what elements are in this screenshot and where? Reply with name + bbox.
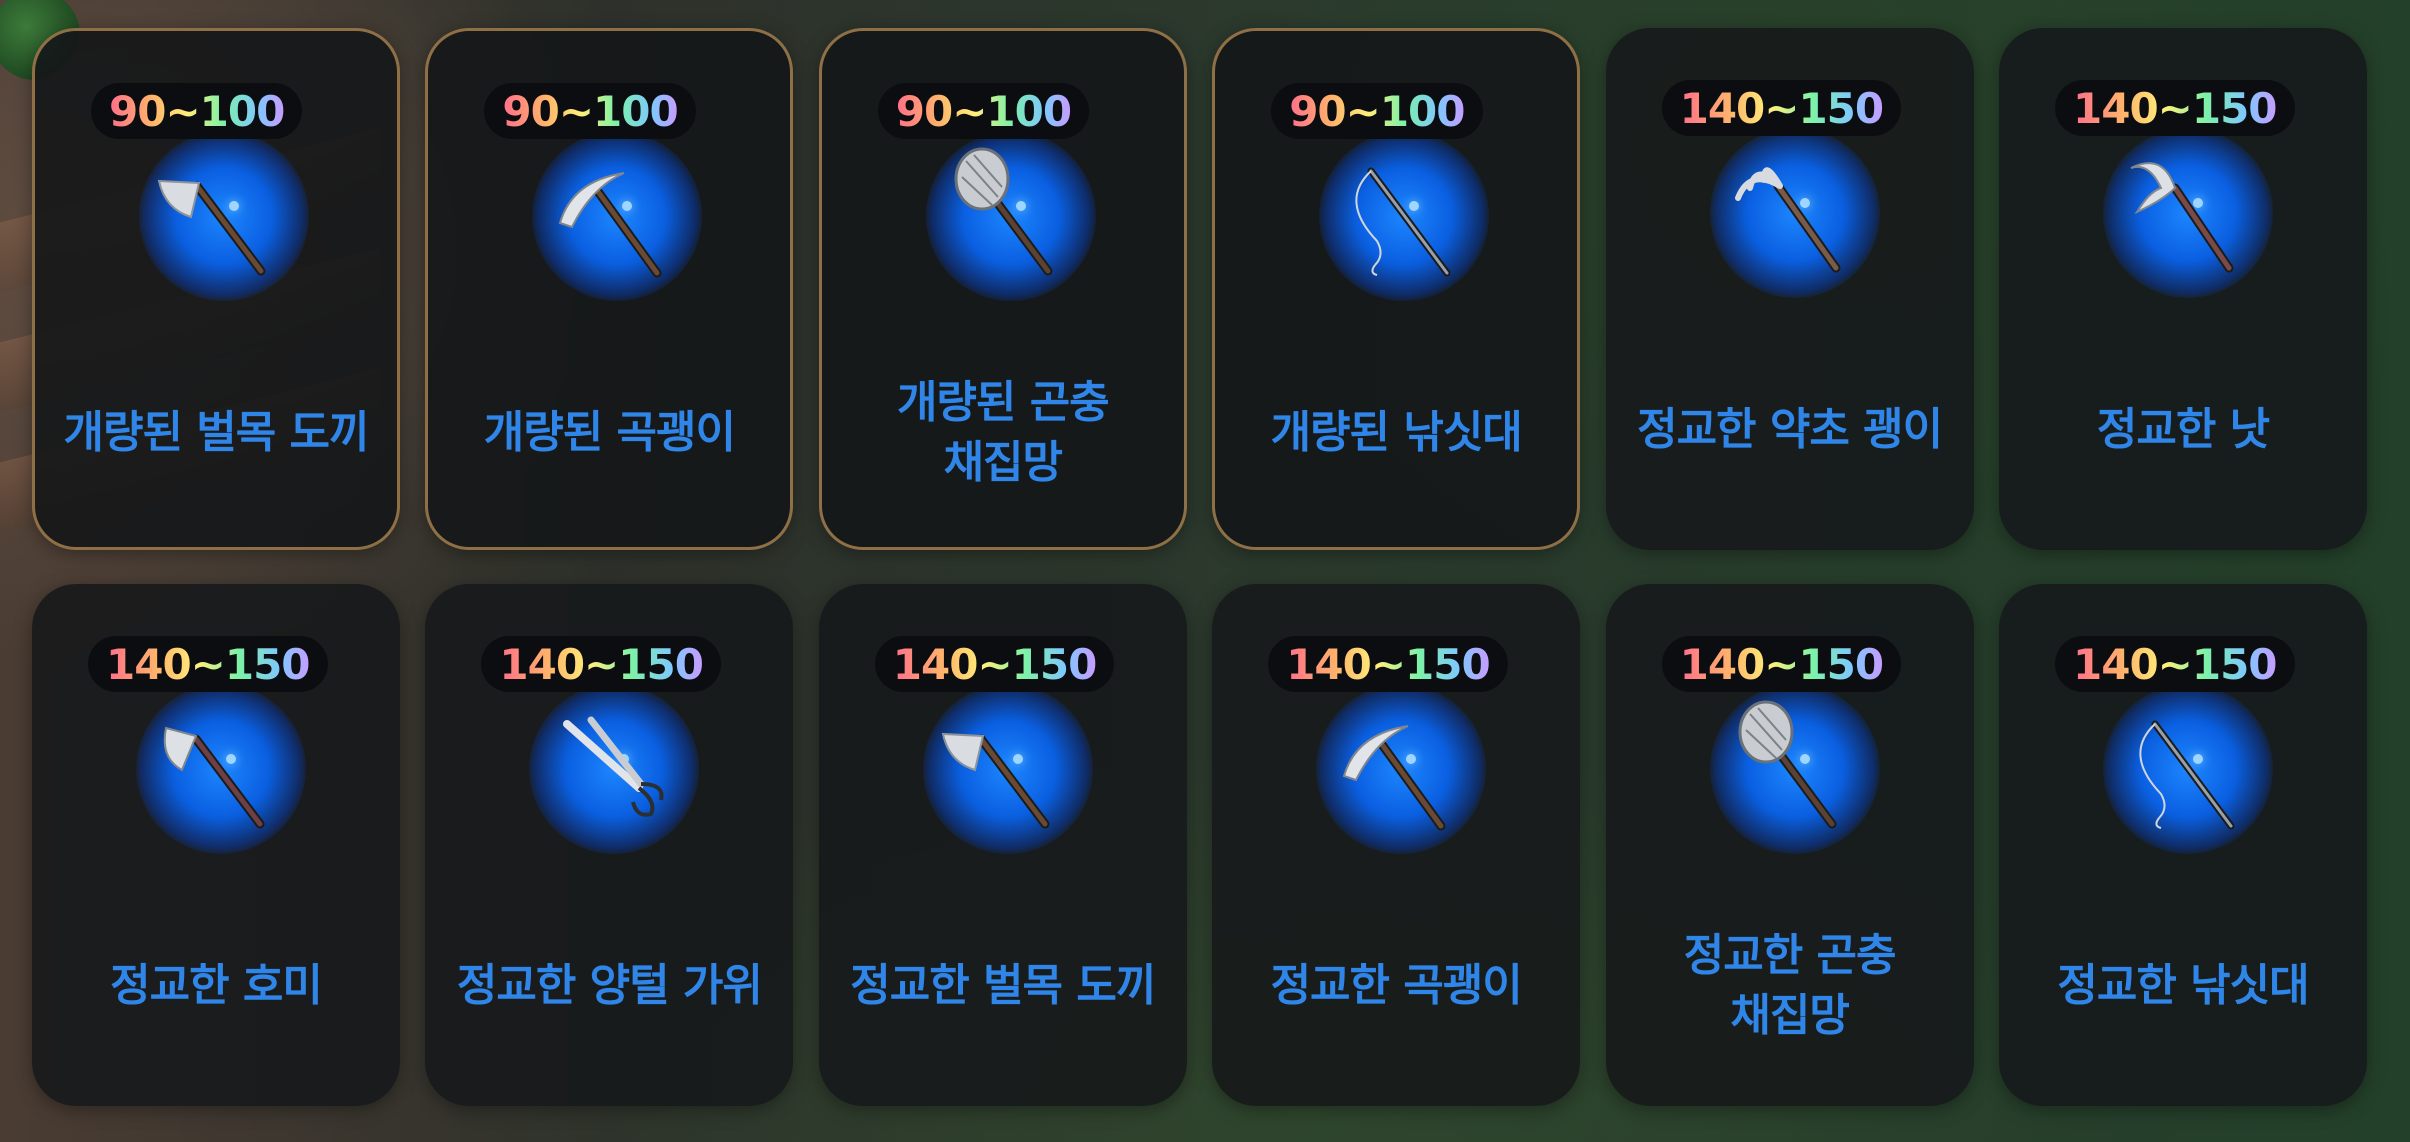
- tool-card[interactable]: 90~100 개량된 낚싯대: [1212, 28, 1581, 550]
- tool-card[interactable]: 90~100 개량된 곤충 채집망: [818, 28, 1187, 550]
- level-range-text: 140~150: [2073, 83, 2278, 133]
- fishing-rod-icon: [1355, 167, 1451, 277]
- level-range-badge: 90~100: [877, 83, 1090, 139]
- tool-name: 개량된 곤충 채집망: [896, 377, 1110, 488]
- level-range-badge: 140~150: [481, 636, 721, 692]
- level-range-text: 90~100: [895, 86, 1072, 136]
- tool-card[interactable]: 140~150 정교한 곡괭이: [1212, 584, 1581, 1106]
- level-range-text: 90~100: [1289, 86, 1465, 136]
- tool-card[interactable]: 140~150 정교한 낚싯대: [1999, 584, 2367, 1106]
- tool-name: 정교한 낫: [2096, 404, 2270, 455]
- pickaxe-icon: [1342, 725, 1446, 831]
- tool-card[interactable]: 140~150 정교한 양털 가위: [425, 584, 794, 1106]
- bug-net-icon: [954, 147, 1053, 276]
- tool-name: 개량된 낚싯대: [1270, 407, 1523, 458]
- level-range-badge: 140~150: [1661, 636, 1902, 692]
- tool-card[interactable]: 140~150 정교한 호미: [32, 584, 400, 1106]
- fishing-rod-icon: [2139, 720, 2235, 830]
- level-range-text: 140~150: [1679, 83, 1885, 133]
- tool-name: 개량된 벌목 도끼: [63, 407, 370, 458]
- level-range-text: 90~100: [109, 86, 285, 136]
- tool-name: 정교한 낚싯대: [2057, 960, 2309, 1011]
- tool-card[interactable]: 140~150 정교한 곤충 채집망: [1605, 584, 1974, 1106]
- level-range-badge: 140~150: [1268, 636, 1508, 692]
- shears-icon: [563, 716, 664, 817]
- level-range-text: 140~150: [892, 639, 1098, 689]
- level-range-badge: 140~150: [2055, 636, 2295, 692]
- tool-name: 정교한 양털 가위: [456, 960, 763, 1011]
- tool-name: 개량된 곡괭이: [483, 407, 736, 458]
- tool-name: 정교한 벌목 도끼: [850, 960, 1156, 1011]
- herb-rake-icon: [1734, 167, 1841, 273]
- level-range-badge: 90~100: [1271, 83, 1483, 139]
- level-range-text: 140~150: [2073, 639, 2278, 689]
- tool-card[interactable]: 90~100 개량된 벌목 도끼: [32, 28, 400, 550]
- tool-card[interactable]: 140~150 정교한 낫: [1999, 28, 2367, 550]
- tool-card[interactable]: 140~150 정교한 약초 괭이: [1605, 28, 1974, 550]
- level-range-text: 140~150: [1286, 639, 1491, 689]
- tool-name: 정교한 곤충 채집망: [1683, 930, 1897, 1041]
- tool-name: 정교한 호미: [110, 960, 323, 1011]
- level-range-text: 140~150: [106, 639, 311, 689]
- tool-grid: 90~100 개량된 벌목 도끼 90~100 개량된 곡괭이 90~100 개량된 곤충…: [0, 0, 2410, 1142]
- tool-name: 정교한 약초 괭이: [1637, 404, 1943, 455]
- pickaxe-icon: [559, 172, 662, 278]
- level-range-text: 140~150: [499, 639, 704, 689]
- sickle-icon: [2130, 162, 2234, 273]
- level-range-text: 90~100: [502, 86, 678, 136]
- axe-icon: [157, 179, 266, 276]
- level-range-text: 140~150: [1679, 639, 1885, 689]
- tool-card[interactable]: 90~100 개량된 곡괭이: [425, 28, 794, 550]
- tool-name: 정교한 곡괭이: [1270, 960, 1523, 1011]
- level-range-badge: 140~150: [1661, 80, 1902, 136]
- level-range-badge: 140~150: [874, 636, 1115, 692]
- level-range-badge: 90~100: [484, 83, 696, 139]
- level-range-badge: 90~100: [91, 83, 303, 139]
- bug-net-icon: [1738, 700, 1837, 829]
- tool-card[interactable]: 140~150 정교한 벌목 도끼: [818, 584, 1187, 1106]
- level-range-badge: 140~150: [88, 636, 328, 692]
- axe-icon: [941, 732, 1050, 829]
- level-range-badge: 140~150: [2055, 80, 2295, 136]
- hoe-icon: [163, 726, 265, 829]
